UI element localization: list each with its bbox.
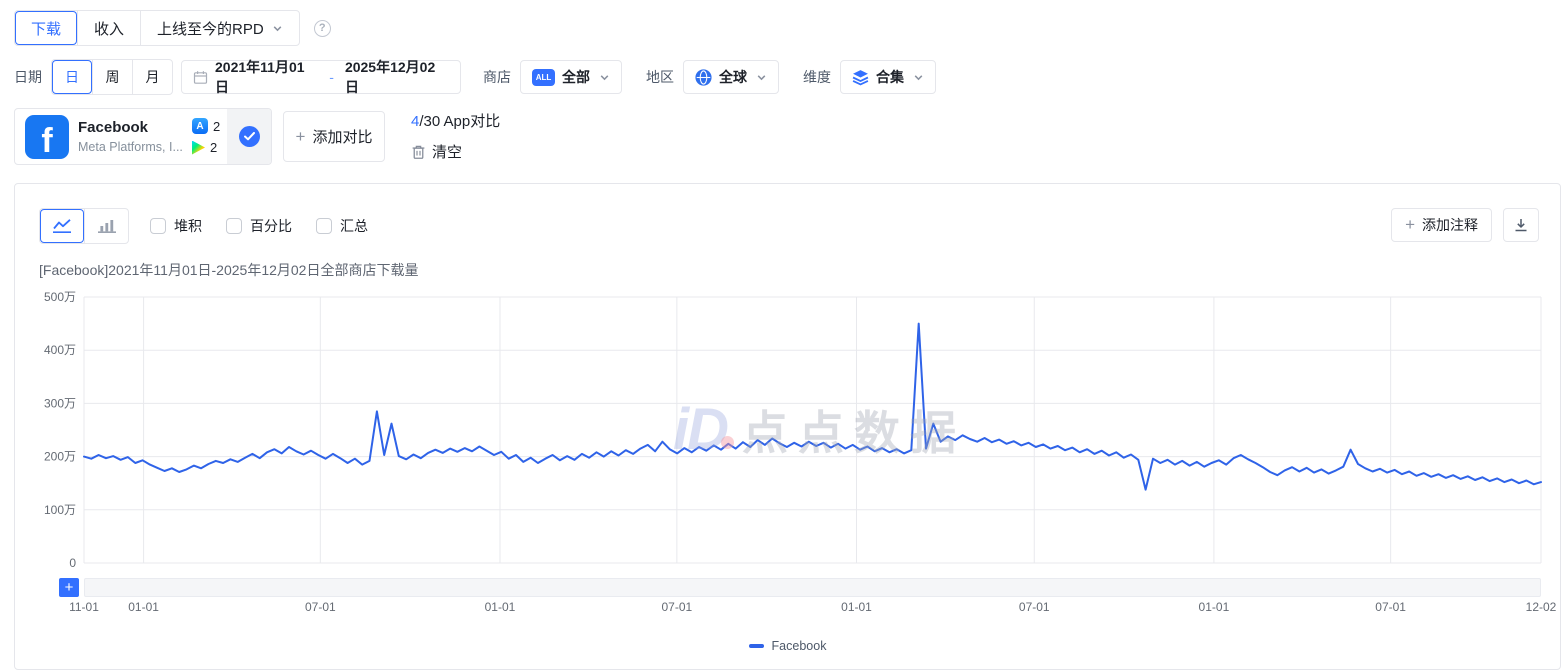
svg-text:07-01: 07-01: [662, 600, 693, 614]
region-select[interactable]: 全球: [683, 60, 779, 94]
line-chart-toggle[interactable]: [40, 209, 84, 243]
datazoom-expand-button[interactable]: +: [59, 578, 79, 597]
granularity-day-label: 日: [65, 67, 79, 87]
svg-text:100万: 100万: [44, 503, 76, 517]
clear-compare-button[interactable]: 清空: [411, 141, 500, 162]
help-icon[interactable]: ?: [314, 20, 331, 37]
googleplay-count-row: 2: [192, 140, 220, 155]
add-compare-button[interactable]: + 添加对比: [283, 111, 385, 162]
svg-text:07-01: 07-01: [305, 600, 336, 614]
legend-item-facebook[interactable]: Facebook: [15, 639, 1560, 653]
datazoom-slider[interactable]: [84, 578, 1541, 597]
date-range-picker[interactable]: 2021年11月01日 - 2025年12月02日: [181, 60, 461, 94]
appstore-icon: A: [192, 118, 208, 134]
plus-icon: +: [296, 127, 306, 147]
store-label: 商店: [483, 67, 511, 87]
store-value: 全部: [562, 67, 590, 87]
filter-bar: 日期 日 周 月 2021年11月01日 - 2025年12月02日 商店 AL…: [14, 60, 936, 94]
svg-text:01-01: 01-01: [485, 600, 516, 614]
dimension-select[interactable]: 合集: [840, 60, 936, 94]
tab-downloads[interactable]: 下载: [15, 11, 77, 45]
svg-text:07-01: 07-01: [1375, 600, 1406, 614]
svg-text:500万: 500万: [44, 290, 76, 304]
clear-label: 清空: [432, 141, 462, 162]
granularity-month-label: 月: [146, 67, 160, 87]
metric-tabs-group: 下载 收入 上线至今的RPD: [14, 10, 300, 46]
app-publisher: Meta Platforms, I...: [78, 140, 190, 154]
trash-icon: [411, 144, 426, 160]
chevron-down-icon: [599, 72, 610, 83]
appstore-count: 2: [213, 119, 220, 134]
globe-icon: [695, 69, 712, 86]
app-card-texts: Facebook Meta Platforms, I...: [78, 119, 190, 154]
metric-tab-bar: 下载 收入 上线至今的RPD ?: [14, 10, 331, 46]
tab-downloads-label: 下载: [31, 18, 61, 39]
region-label: 地区: [646, 67, 674, 87]
tab-rpd[interactable]: 上线至今的RPD: [140, 11, 299, 45]
legend-color-dash: [749, 644, 764, 648]
dimension-value: 合集: [876, 67, 904, 87]
date-end: 2025年12月02日: [345, 57, 449, 97]
granularity-week-label: 周: [106, 67, 120, 87]
dimension-label: 维度: [803, 67, 831, 87]
svg-text:07-01: 07-01: [1019, 600, 1050, 614]
tab-rpd-label: 上线至今的RPD: [157, 18, 264, 39]
svg-text:01-01: 01-01: [1199, 600, 1230, 614]
date-start: 2021年11月01日: [215, 57, 318, 97]
svg-text:200万: 200万: [44, 450, 76, 464]
tab-revenue[interactable]: 收入: [77, 11, 140, 45]
appstore-count-row: A 2: [192, 118, 220, 134]
store-select[interactable]: ALL 全部: [520, 60, 622, 94]
date-label: 日期: [14, 67, 42, 87]
collection-layers-icon: [852, 69, 869, 86]
compare-bar: f Facebook Meta Platforms, I... A 2 2 + …: [14, 108, 500, 165]
compare-count-suffix: /30 App对比: [419, 113, 500, 130]
line-chart-icon: [52, 218, 72, 234]
svg-text:01-01: 01-01: [841, 600, 872, 614]
chart-plot-area[interactable]: [84, 297, 1541, 563]
granularity-week[interactable]: 周: [92, 60, 132, 94]
compare-count: 4/30 App对比: [411, 110, 500, 131]
store-count-badges: A 2 2: [192, 118, 220, 155]
chevron-down-icon: [913, 72, 924, 83]
googleplay-count: 2: [210, 140, 217, 155]
app-card-facebook[interactable]: f Facebook Meta Platforms, I... A 2 2: [14, 108, 272, 165]
granularity-month[interactable]: 月: [132, 60, 172, 94]
region-value: 全球: [719, 67, 747, 87]
check-circle-icon: [239, 126, 260, 147]
app-selected-section[interactable]: [227, 109, 271, 164]
svg-text:01-01: 01-01: [128, 600, 159, 614]
add-compare-label: 添加对比: [312, 126, 372, 147]
date-separator: -: [329, 69, 334, 85]
facebook-app-icon: f: [25, 115, 69, 159]
store-all-icon: ALL: [532, 69, 555, 86]
chevron-down-icon: [272, 23, 283, 34]
calendar-icon: [193, 70, 208, 85]
googleplay-icon: [192, 141, 205, 155]
svg-text:400万: 400万: [44, 343, 76, 357]
svg-text:11-01: 11-01: [69, 600, 99, 614]
granularity-group: 日 周 月: [51, 59, 173, 95]
compare-status: 4/30 App对比 清空: [411, 108, 500, 164]
svg-text:300万: 300万: [44, 396, 76, 410]
legend-label: Facebook: [772, 639, 827, 653]
tab-revenue-label: 收入: [94, 18, 124, 39]
svg-text:0: 0: [69, 556, 76, 570]
chart-panel: 堆积 百分比 汇总 + 添加注释 [Facebook]2021年11月01日-2…: [14, 183, 1561, 670]
app-name: Facebook: [78, 119, 190, 136]
granularity-day[interactable]: 日: [52, 60, 92, 94]
svg-text:12-02: 12-02: [1526, 600, 1557, 614]
chevron-down-icon: [756, 72, 767, 83]
